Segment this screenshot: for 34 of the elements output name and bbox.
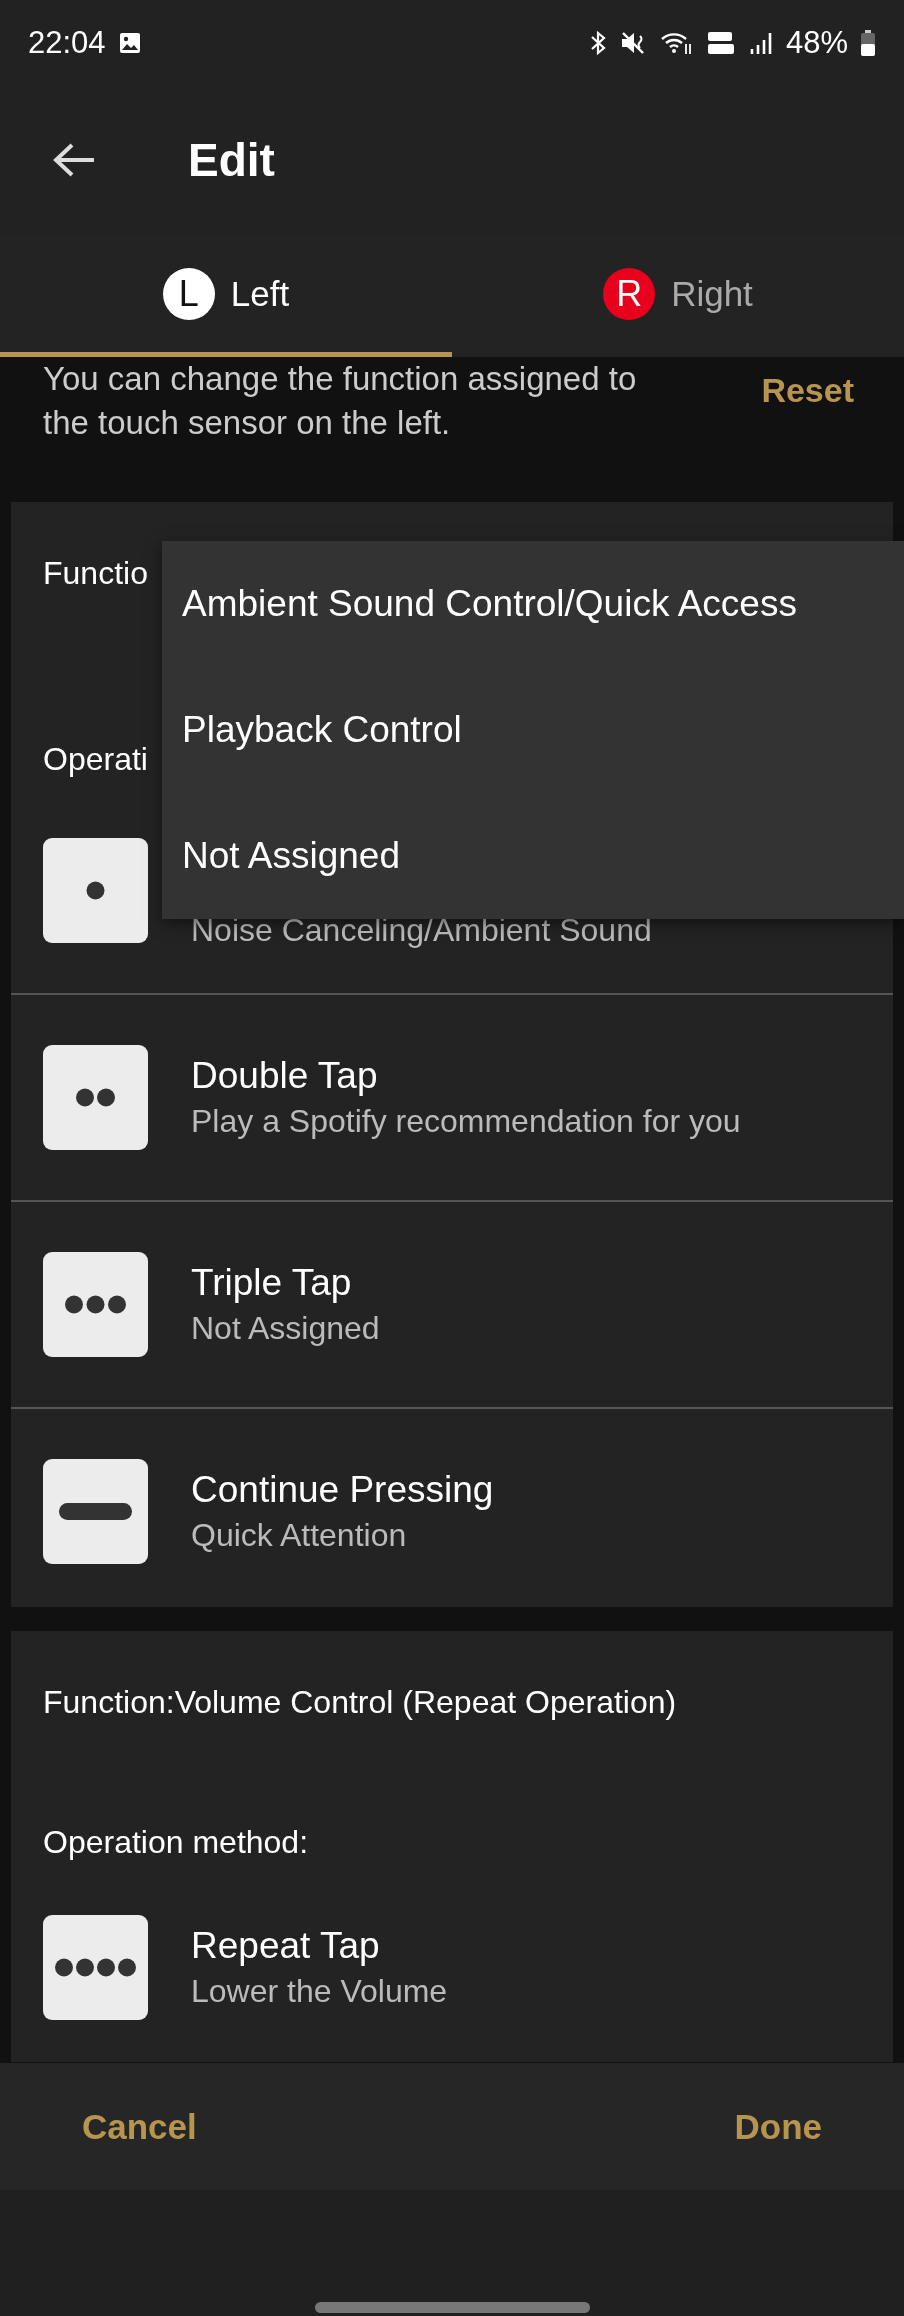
cancel-button[interactable]: Cancel <box>60 2096 219 2157</box>
dots-icon <box>43 1252 148 1357</box>
page-title: Edit <box>188 133 275 187</box>
side-tab[interactable]: R Right <box>452 235 904 357</box>
dash-icon <box>43 1459 148 1564</box>
side-badge: R <box>603 267 656 320</box>
dots-icon <box>43 838 148 943</box>
description-text: You can change the function assigned to the touch sensor on the left. <box>43 359 638 443</box>
gesture-function: Quick Attention <box>191 1517 408 1554</box>
function-label: Functio <box>43 554 148 592</box>
back-arrow-icon[interactable] <box>52 142 96 178</box>
dropdown-option[interactable]: Playback Control <box>162 667 904 793</box>
dots-icon <box>43 1045 148 1150</box>
gesture-title: Repeat Tap <box>191 1924 381 1967</box>
operation-label: Operati <box>43 740 148 778</box>
gesture-function: Lower the Volume <box>191 1972 448 2010</box>
battery-icon <box>860 28 876 57</box>
gesture-title: Triple Tap <box>191 1262 353 1304</box>
battery-level: 48% <box>785 24 848 61</box>
dots-icon <box>43 1914 148 2020</box>
gesture-title: Continue Pressing <box>191 1469 494 1511</box>
done-button[interactable]: Done <box>712 2096 844 2157</box>
gesture-function: Not Assigned <box>191 1310 380 1347</box>
reset-button[interactable]: Reset <box>741 371 874 410</box>
home-handle[interactable] <box>314 2302 590 2313</box>
status-time: 22:04 <box>28 24 106 61</box>
function-label: Function:Volume Control (Repeat Operation) <box>43 1683 677 1721</box>
gesture-function: Play a Spotify recommendation for you <box>191 1103 741 1140</box>
operation-label: Operation method: <box>43 1823 309 1861</box>
side-badge: L <box>162 267 215 320</box>
gesture-title: Double Tap <box>191 1055 379 1097</box>
image-icon <box>117 30 142 55</box>
side-tab[interactable]: L Left <box>0 235 452 357</box>
dropdown-option[interactable]: Ambient Sound Control/Quick Access <box>162 541 904 667</box>
